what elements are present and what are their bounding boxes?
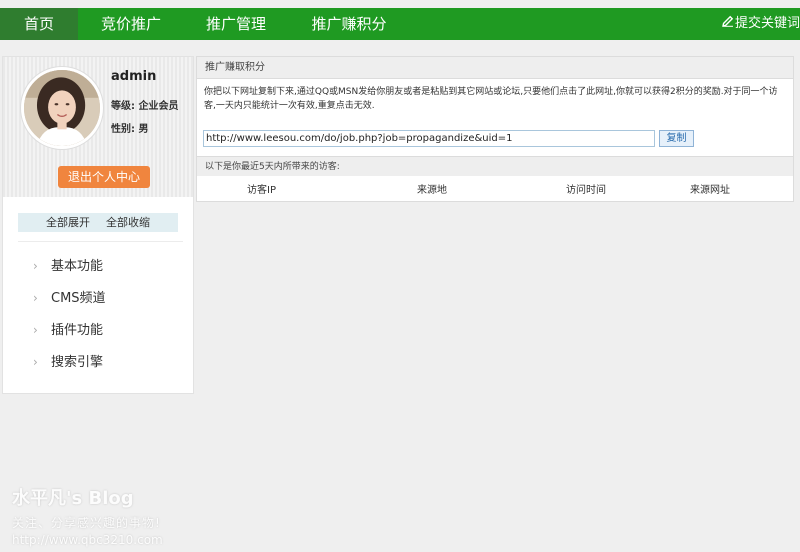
expand-all-link[interactable]: 全部展开: [46, 213, 90, 232]
collapse-all-link[interactable]: 全部收缩: [106, 213, 150, 232]
recent-visitors-title: 以下是你最近5天内所带来的访客:: [197, 156, 793, 176]
top-nav-bar: 首页 竞价推广 推广管理 推广赚积分 提交关键词: [0, 8, 800, 40]
sidebar-item-label: CMS频道: [51, 291, 106, 306]
chevron-right-icon: ›: [33, 291, 38, 305]
menu-toggle-bar: 全部展开 全部收缩: [18, 213, 178, 232]
member-level: 等级: 企业会员: [111, 101, 179, 112]
copy-button[interactable]: 复制: [659, 130, 694, 147]
gender: 性别: 男: [111, 124, 149, 135]
nav-bid-promotion[interactable]: 竞价推广: [88, 8, 174, 40]
chevron-right-icon: ›: [33, 355, 38, 369]
promotion-description: 你把以下网址复制下来,通过QQ或MSN发给你朋友或者是粘贴到其它网站或论坛,只要…: [204, 87, 778, 111]
nav-submit-keywords-label: 提交关键词: [735, 16, 800, 31]
username: admin: [111, 69, 157, 84]
nav-promotion-management[interactable]: 推广管理: [192, 8, 280, 40]
sidebar-item-search-engine[interactable]: › 搜索引擎: [33, 353, 103, 371]
avatar: [21, 67, 103, 149]
sidebar-item-label: 基本功能: [51, 259, 104, 274]
divider: [18, 241, 183, 242]
watermark-url: http://www.qbc3210.com: [12, 533, 163, 547]
sidebar-item-cms-channel[interactable]: › CMS频道: [33, 289, 106, 307]
promotion-url-input[interactable]: [203, 130, 655, 147]
sidebar: admin 等级: 企业会员 性别: 男 退出个人中心 全部展开 全部收缩 › 基…: [2, 56, 194, 394]
watermark-title: 水平凡's Blog: [12, 488, 134, 509]
exit-user-center-button[interactable]: 退出个人中心: [58, 166, 150, 188]
profile-card: admin 等级: 企业会员 性别: 男 退出个人中心: [3, 57, 193, 197]
nav-submit-keywords[interactable]: 提交关键词: [720, 8, 800, 40]
nav-home[interactable]: 首页: [0, 8, 78, 40]
column-header-source-url: 来源网址: [690, 185, 730, 196]
column-header-visitor-ip: 访客IP: [247, 185, 276, 196]
blog-watermark: 水平凡's Blog 关注、分享感兴趣的事物! http://www.qbc32…: [12, 484, 163, 547]
nav-promotion-points[interactable]: 推广赚积分: [300, 8, 398, 40]
panel-title: 推广赚取积分: [197, 57, 793, 79]
watermark-subtitle: 关注、分享感兴趣的事物!: [12, 516, 161, 530]
chevron-right-icon: ›: [33, 259, 38, 273]
pencil-icon: [722, 8, 734, 40]
sidebar-item-label: 搜索引擎: [51, 355, 104, 370]
column-header-source-location: 来源地: [417, 185, 447, 196]
chevron-right-icon: ›: [33, 323, 38, 337]
sidebar-item-label: 插件功能: [51, 323, 104, 338]
sidebar-item-basic-functions[interactable]: › 基本功能: [33, 257, 103, 275]
sidebar-item-plugins[interactable]: › 插件功能: [33, 321, 103, 339]
promotion-points-panel: 推广赚取积分 你把以下网址复制下来,通过QQ或MSN发给你朋友或者是粘贴到其它网…: [196, 56, 794, 202]
column-header-visit-time: 访问时间: [566, 185, 606, 196]
